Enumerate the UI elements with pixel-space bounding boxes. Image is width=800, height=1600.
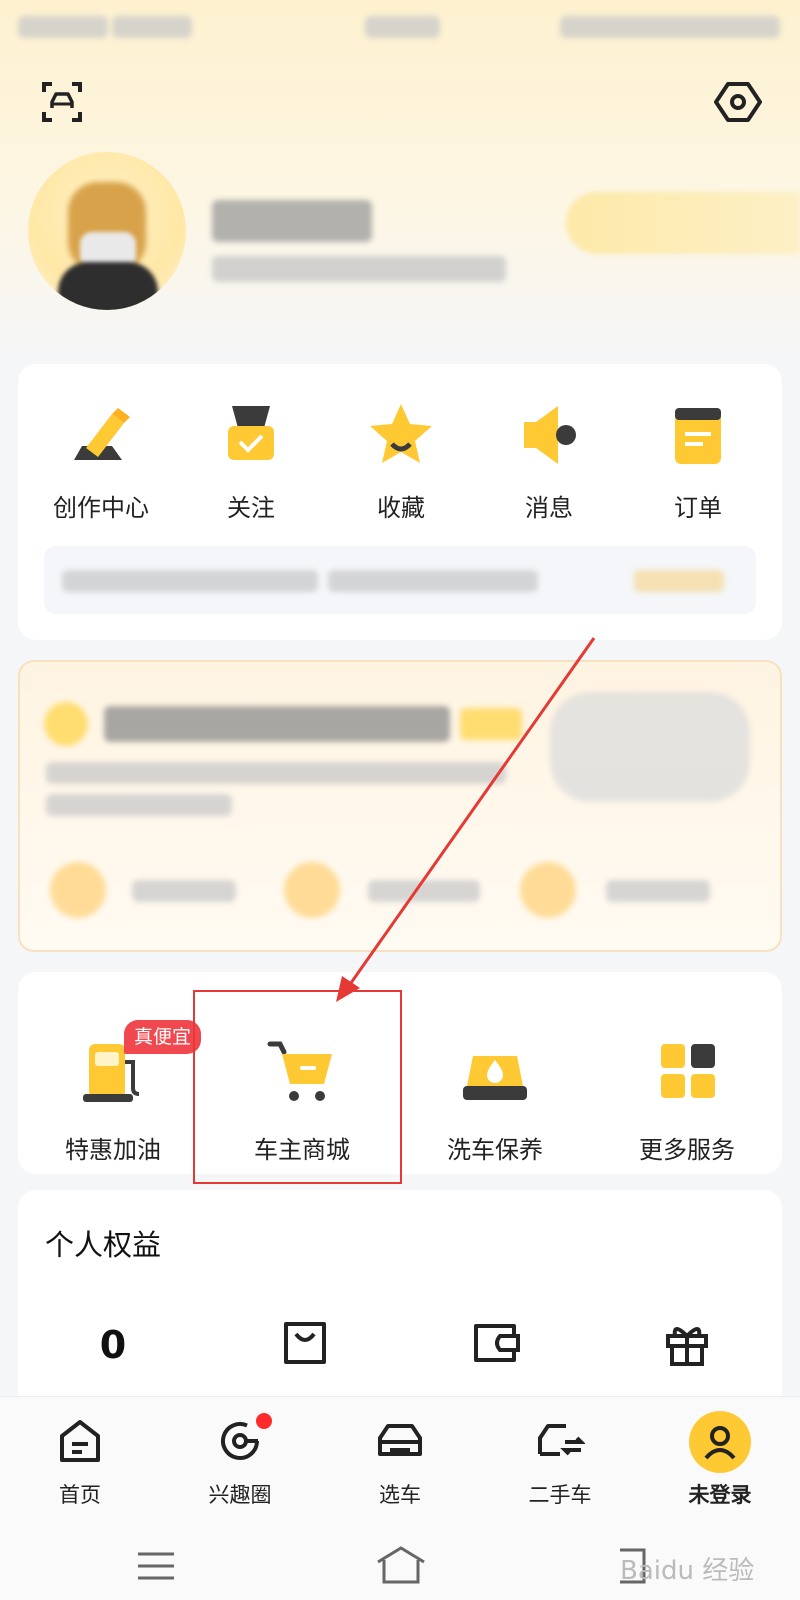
notice-bar[interactable] xyxy=(44,546,756,614)
avatar[interactable] xyxy=(28,152,186,310)
quick-action-messages[interactable]: 消息 xyxy=(484,400,614,523)
benefit-wallet[interactable] xyxy=(422,1310,572,1380)
car-select-icon xyxy=(370,1411,430,1471)
hex-settings-icon[interactable] xyxy=(714,78,762,126)
quick-action-orders[interactable]: 订单 xyxy=(633,400,763,523)
notification-dot xyxy=(256,1413,272,1429)
promo-card[interactable] xyxy=(18,660,782,952)
profile-subtitle xyxy=(212,256,506,282)
megaphone-icon xyxy=(514,400,584,470)
benefit-points[interactable]: 0 xyxy=(38,1310,188,1380)
fuel-discount-badge: 真便宜 xyxy=(124,1020,202,1054)
shopping-bag-icon xyxy=(280,1318,330,1372)
order-doc-icon xyxy=(663,400,733,470)
menu-icon[interactable] xyxy=(136,1550,176,1586)
points-value: 0 xyxy=(99,1323,127,1367)
star-icon xyxy=(366,400,436,470)
follow-check-icon xyxy=(216,400,286,470)
watermark: Baidu 经验 xyxy=(620,1556,755,1586)
service-more[interactable]: 更多服务 xyxy=(592,1036,782,1165)
benefit-mall[interactable] xyxy=(230,1310,380,1380)
tab-profile[interactable]: 未登录 xyxy=(660,1411,780,1509)
status-bar xyxy=(0,0,800,56)
used-car-icon xyxy=(530,1411,590,1471)
home-nav-icon[interactable] xyxy=(374,1546,428,1588)
home-icon xyxy=(50,1411,110,1471)
grid-icon xyxy=(651,1036,723,1108)
interest-circle-icon xyxy=(210,1411,272,1471)
quick-action-create[interactable]: 创作中心 xyxy=(36,400,166,523)
service-wash[interactable]: 洗车保养 xyxy=(400,1036,590,1165)
gift-icon xyxy=(662,1318,712,1372)
quick-action-follow[interactable]: 关注 xyxy=(186,400,316,523)
highlight-box xyxy=(193,990,402,1184)
benefits-title: 个人权益 xyxy=(45,1228,162,1262)
tab-used-car[interactable]: 二手车 xyxy=(500,1411,620,1509)
car-wash-icon xyxy=(459,1036,531,1108)
bottom-tab-bar: 首页 兴趣圈 选车 二手车 未登录 xyxy=(0,1396,800,1530)
tab-select-car[interactable]: 选车 xyxy=(340,1411,460,1509)
username-placeholder[interactable] xyxy=(212,200,372,242)
login-promo-pill[interactable] xyxy=(566,192,800,254)
service-fuel[interactable]: 特惠加油 xyxy=(18,1036,208,1165)
tab-interest[interactable]: 兴趣圈 xyxy=(180,1411,300,1509)
benefit-gift[interactable] xyxy=(612,1310,762,1380)
system-nav-bar: Baidu 经验 xyxy=(0,1530,800,1600)
tab-home[interactable]: 首页 xyxy=(20,1411,140,1509)
pen-icon xyxy=(66,400,136,470)
wallet-icon xyxy=(470,1318,524,1372)
scan-car-icon[interactable] xyxy=(38,78,86,126)
quick-action-favorites[interactable]: 收藏 xyxy=(336,400,466,523)
user-icon xyxy=(689,1411,751,1473)
